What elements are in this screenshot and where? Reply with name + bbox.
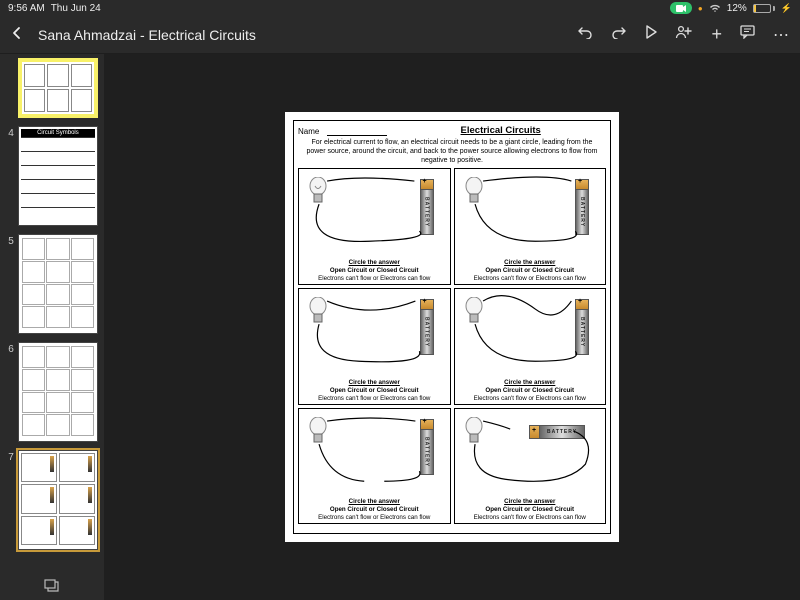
panel-3: BATTERY Circle the answerOpen Circuit or… <box>298 288 451 405</box>
battery-icon <box>753 4 775 13</box>
location-dot-icon: ● <box>698 4 703 13</box>
add-button[interactable]: + <box>711 24 722 45</box>
comment-button[interactable] <box>740 25 755 44</box>
wifi-icon <box>709 4 721 13</box>
thumb-slide-6[interactable]: 6 <box>6 342 98 442</box>
panel-4: BATTERY Circle the answerOpen Circuit or… <box>454 288 607 405</box>
thumb-slide-5[interactable]: 5 <box>6 234 98 334</box>
worksheet-title: Electrical Circuits <box>395 125 606 136</box>
more-button[interactable]: ⋯ <box>773 25 790 45</box>
thumb-slide-4[interactable]: 4 Circuit Symbols —⊣⊢—battery ───wire —⊗… <box>6 126 98 226</box>
name-blank <box>327 135 387 136</box>
share-button[interactable] <box>675 25 693 44</box>
worksheet-grid: BATTERY Circle the answerOpen Circuit or… <box>298 168 606 524</box>
worksheet-intro: For electrical current to flow, an elect… <box>298 138 606 165</box>
panel-2: BATTERY Circle the answerOpen Circuit or… <box>454 168 607 285</box>
document-title: Sana Ahmadzai - Electrical Circuits <box>38 27 577 43</box>
status-time: 9:56 AM <box>8 3 45 14</box>
undo-button[interactable] <box>577 25 593 44</box>
panel-1: BATTERY Circle the answerOpen Circuit or… <box>298 168 451 285</box>
bulb-icon <box>307 177 329 209</box>
status-bar: 9:56 AM Thu Jun 24 ● 12% ⚡ <box>0 0 800 16</box>
status-date: Thu Jun 24 <box>51 3 101 14</box>
panel-6: BATTERY Circle the answerOpen Circuit or… <box>454 408 607 525</box>
slide-canvas[interactable]: Name Electrical Circuits For electrical … <box>104 54 800 600</box>
thumb-slide-3[interactable] <box>6 58 98 118</box>
thumb-slide-7[interactable]: 7 <box>6 450 98 550</box>
back-button[interactable] <box>10 24 24 45</box>
facetime-indicator[interactable] <box>670 2 692 14</box>
battery-icon: BATTERY <box>420 179 434 235</box>
redo-button[interactable] <box>611 25 627 44</box>
battery-horizontal-icon: BATTERY <box>529 425 585 439</box>
app-toolbar: Sana Ahmadzai - Electrical Circuits + ⋯ <box>0 16 800 54</box>
name-label: Name <box>298 127 319 136</box>
panel-5: BATTERY Circle the answerOpen Circuit or… <box>298 408 451 525</box>
present-button[interactable] <box>645 25 657 44</box>
charging-icon: ⚡ <box>781 3 792 14</box>
grid-view-button[interactable] <box>0 579 104 596</box>
worksheet-page: Name Electrical Circuits For electrical … <box>285 112 619 542</box>
battery-percent: 12% <box>727 3 747 14</box>
slide-thumbnails-sidebar[interactable]: 4 Circuit Symbols —⊣⊢—battery ───wire —⊗… <box>0 54 104 600</box>
